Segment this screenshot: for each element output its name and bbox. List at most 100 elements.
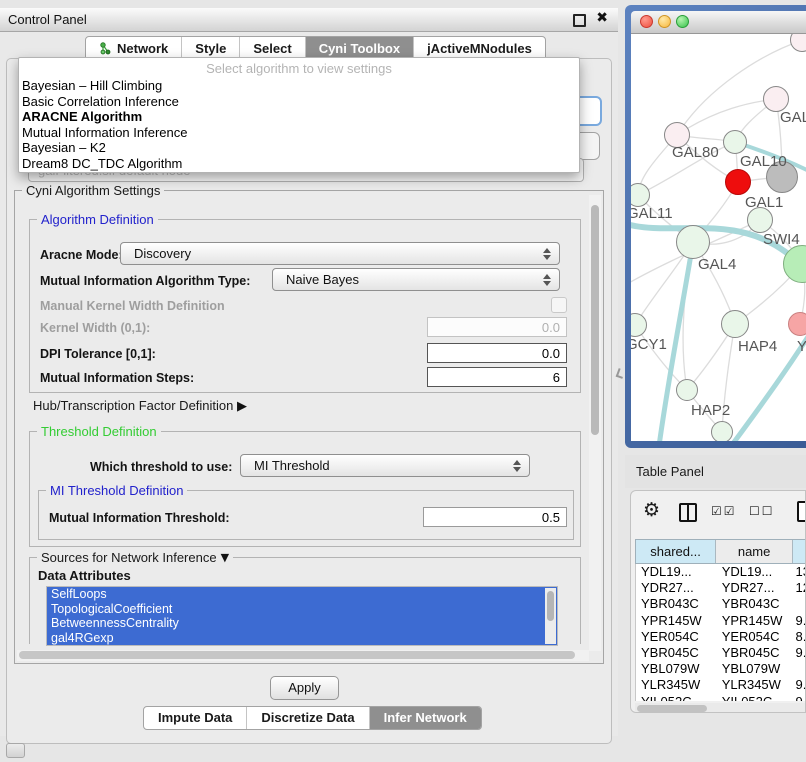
mi-threshold-group-title: MI Threshold Definition [46,483,187,498]
algorithm-option-selected[interactable]: ARACNE Algorithm [19,109,579,125]
cell-name: YPR145W [716,613,794,629]
control-panel: Control Panel ✖ Network Style Sel [0,8,618,736]
tab-discretize-data[interactable]: Discretize Data [246,707,368,729]
node-label-swi4: SWI4 [763,231,800,248]
mi-algorithm-type-value: Naive Bayes [286,272,359,287]
node-gal10[interactable] [723,130,747,154]
kernel-width-field[interactable]: 0.0 [427,317,567,337]
scrollbar-thumb[interactable] [637,705,707,712]
column-header-name[interactable]: name [715,540,792,563]
cell-name: YBR045C [716,645,794,661]
expand-right-icon: ▶ [237,399,247,414]
mi-steps-label: Mutual Information Steps: [40,371,194,385]
unchecked-pair-icon[interactable]: ☐☐ [749,504,775,518]
application-window: Control Panel ✖ Network Style Sel [0,0,806,762]
scrollbar-thumb[interactable] [547,591,554,621]
node-salmon-y[interactable] [788,312,806,336]
gear-icon[interactable]: ⚙ [643,499,660,521]
table-row[interactable]: YDL19... YDL19... 13 [636,564,806,580]
scrollbar-thumb[interactable] [591,205,599,435]
threshold-definition-title: Threshold Definition [37,424,161,439]
node-label-gal80: GAL80 [672,144,719,161]
panel-toggle-icon[interactable] [6,743,25,758]
mi-algorithm-type-combo[interactable]: Naive Bayes [272,268,560,291]
split-columns-icon[interactable] [679,503,697,522]
cell-value: 9 [794,694,806,702]
apply-button[interactable]: Apply [270,676,339,700]
spinner-arrows-icon [513,459,520,473]
cell-value: 13 [794,564,806,580]
table-row[interactable]: YDR27... YDR27... 12 [636,580,806,596]
cell-shared: YDR27... [636,580,716,596]
node-gal4[interactable] [676,225,710,259]
cell-name: YDR27... [716,580,794,596]
table-row[interactable]: YER054C YER054C 8. [636,629,806,645]
algorithm-definition-title: Algorithm Definition [37,212,158,227]
network-icon [99,42,112,55]
hub-transcription-section-toggle[interactable]: Hub/Transcription Factor Definition ▶ [33,398,247,414]
network-canvas[interactable]: GAL80 GAL10 GAL1 GAL11 SWI4 GAL4 GCY1 HA… [631,34,806,441]
float-window-icon[interactable] [573,14,586,27]
table-row[interactable]: YBR043C YBR043C [636,596,806,612]
attribute-item-selected[interactable]: gal4RGexp [47,631,557,646]
settings-vertical-scrollbar[interactable] [589,195,601,651]
table-row[interactable]: YBL079W YBL079W [636,661,806,677]
tab-impute-data-label: Impute Data [158,710,232,725]
zoom-traffic-light[interactable] [676,15,689,28]
close-traffic-light[interactable] [640,15,653,28]
node-gal1[interactable] [725,169,751,195]
algorithm-definition-group: Algorithm Definition Aracne Mode: Discov… [29,219,581,393]
algorithm-option[interactable]: Bayesian – K2 [19,140,579,156]
aracne-mode-combo[interactable]: Discovery [120,242,560,265]
spinner-arrows-icon [543,247,550,261]
table-row[interactable]: YPR145W YPR145W 9. [636,613,806,629]
attribute-item-selected[interactable]: SelfLoops [47,587,557,602]
attribute-item-selected[interactable]: TopologicalCoefficient [47,602,557,617]
table-header-row: shared... name [635,539,806,564]
collapse-down-icon[interactable]: ▼ [221,551,229,564]
mi-threshold-field[interactable]: 0.5 [423,507,567,527]
mi-steps-field[interactable]: 6 [427,367,567,387]
table-row[interactable]: YIL052C YIL052C 9 [636,694,806,702]
network-view-window: GAL80 GAL10 GAL1 GAL11 SWI4 GAL4 GCY1 HA… [625,5,806,448]
settings-horizontal-scrollbar[interactable] [17,650,589,661]
node-unlabeled-bottom[interactable] [711,421,733,441]
tab-discretize-data-label: Discretize Data [261,710,354,725]
cell-value: 9. [794,645,806,661]
column-header-shared[interactable]: shared... [636,540,715,563]
network-window-titlebar[interactable] [631,11,806,34]
table-rows: YDL19... YDL19... 13 YDR27... YDR27... 1… [635,564,806,701]
close-icon[interactable]: ✖ [596,10,608,26]
cell-value [794,596,806,612]
table-horizontal-scrollbar[interactable] [635,703,805,713]
node-hap4[interactable] [721,310,749,338]
table-row[interactable]: YBR045C YBR045C 9. [636,645,806,661]
attribute-list-scrollbar[interactable] [545,588,556,644]
algorithm-option[interactable]: Basic Correlation Inference [19,94,579,110]
column-header-partial[interactable] [792,540,806,563]
node-label-gal11: GAL11 [631,205,673,222]
tab-infer-network[interactable]: Infer Network [369,707,481,729]
cell-shared: YBL079W [636,661,716,677]
node-label-gal-partial: GAL [780,109,806,126]
manual-kernel-width-checkbox[interactable] [551,297,567,313]
panel-resize-handle[interactable] [616,368,626,379]
checked-pair-icon[interactable]: ☑☑ [711,504,737,518]
table-row[interactable]: YLR345W YLR345W 9. [636,677,806,693]
which-threshold-combo[interactable]: MI Threshold [240,454,530,477]
minimize-traffic-light[interactable] [658,15,671,28]
algorithm-option[interactable]: Mutual Information Inference [19,125,579,141]
algorithm-option[interactable]: Dream8 DC_TDC Algorithm [19,156,579,172]
sources-group: Sources for Network Inference ▼ Data Att… [29,557,581,644]
sources-group-title: Sources for Network Inference ▼ [37,550,233,565]
document-icon-partial[interactable] [797,501,806,522]
cell-name: YBR043C [716,596,794,612]
attribute-item-selected[interactable]: BetweennessCentrality [47,616,557,631]
node-hap2[interactable] [676,379,698,401]
table-panel-title: Table Panel [636,464,704,479]
dpi-tolerance-field[interactable]: 0.0 [427,343,567,363]
which-threshold-label: Which threshold to use: [90,460,232,474]
scrollbar-thumb[interactable] [19,651,575,659]
tab-impute-data[interactable]: Impute Data [144,707,246,729]
algorithm-option[interactable]: Bayesian – Hill Climbing [19,78,579,94]
